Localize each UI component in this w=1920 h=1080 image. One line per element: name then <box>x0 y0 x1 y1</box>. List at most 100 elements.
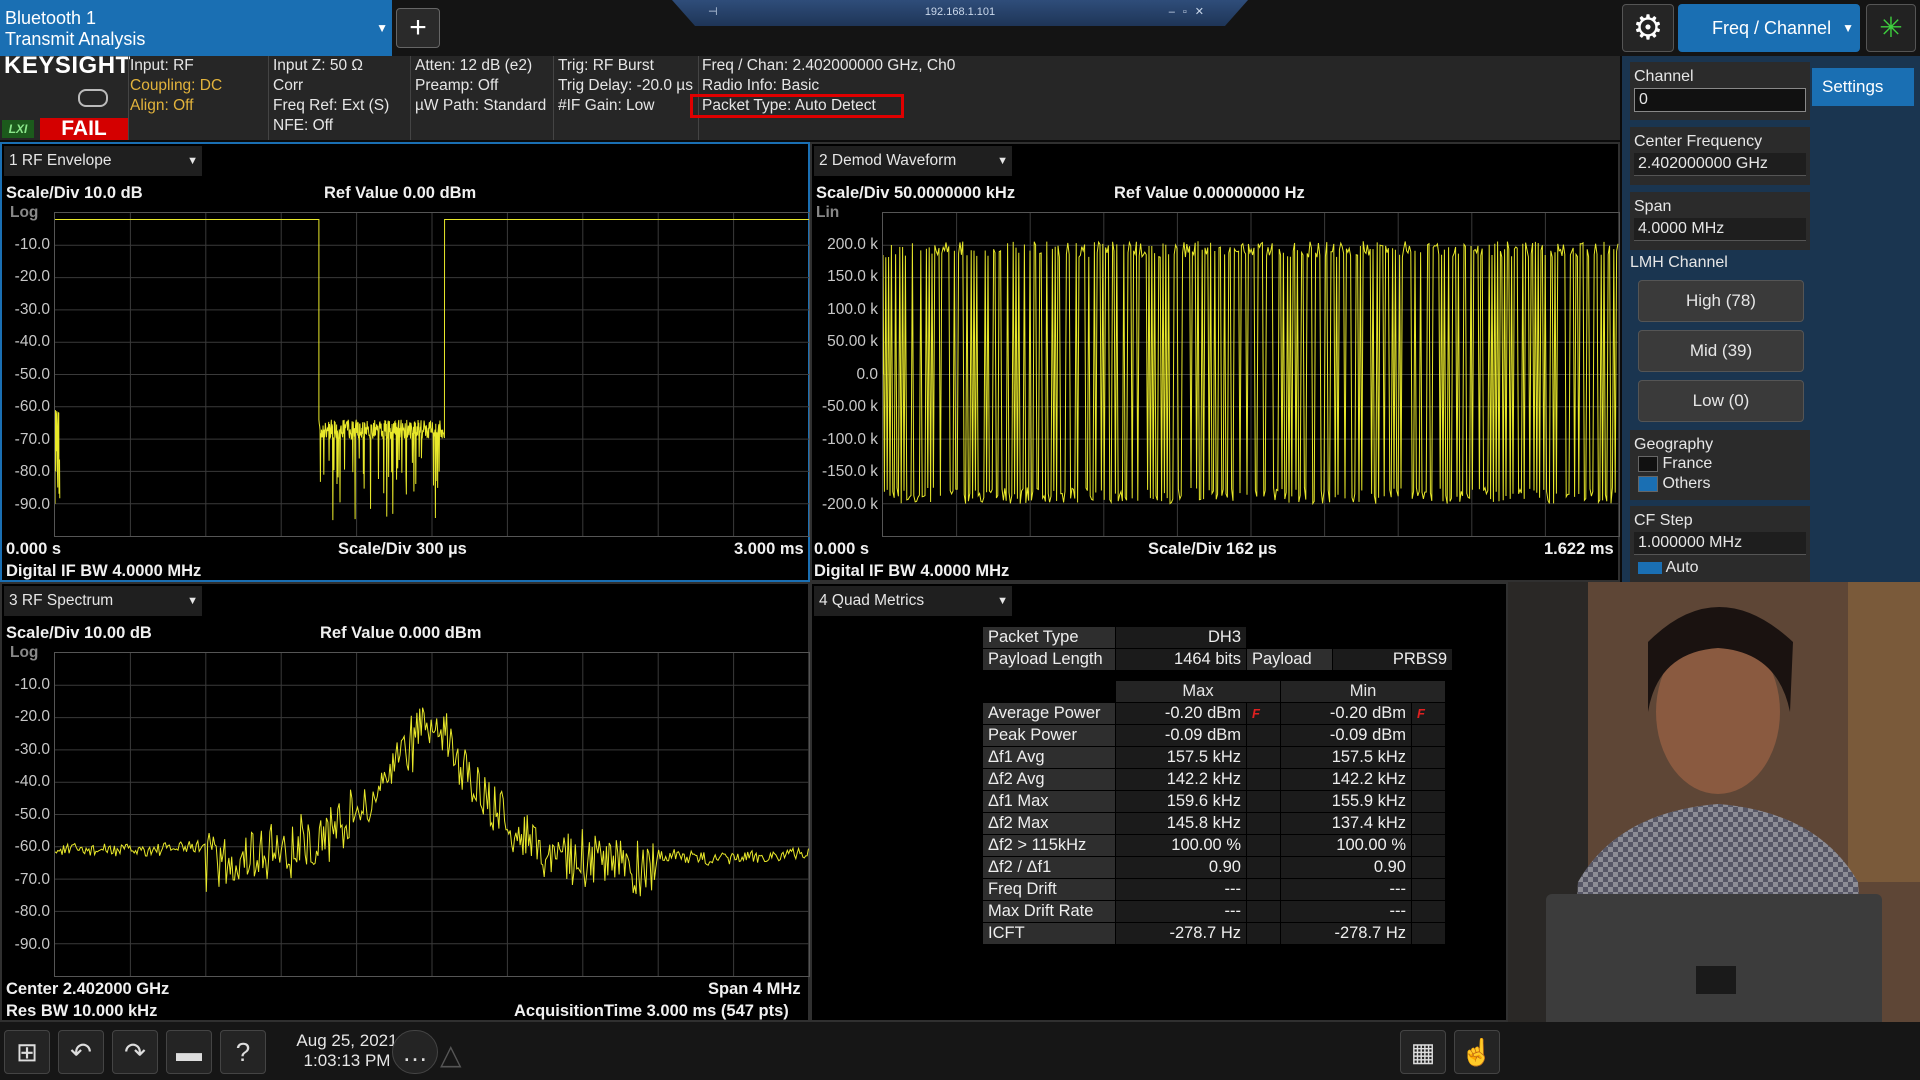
radio-others[interactable] <box>1638 475 1658 492</box>
y-tick-label: -90.0 <box>14 495 50 513</box>
window-demod-waveform[interactable]: 2 Demod Waveform ▼ Scale/Div 50.0000000 k… <box>810 142 1620 582</box>
trigger-status[interactable]: Trig: RF Burst Trig Delay: -20.0 µs #IF … <box>558 56 693 116</box>
chevron-down-icon: ▼ <box>997 595 1008 607</box>
acquisition-time: AcquisitionTime 3.000 ms (547 pts) <box>514 1002 789 1020</box>
busy-indicator-icon: ✳ <box>1866 4 1916 52</box>
y-tick-label: -50.00 k <box>821 398 878 415</box>
table-row: Δf2 > 115kHz 100.00 % 100.00 % <box>982 834 1446 857</box>
center-frequency-field[interactable]: Center Frequency 2.402000000 GHz <box>1630 127 1810 185</box>
atten-status[interactable]: Atten: 12 dB (e2) Preamp: Off µW Path: S… <box>415 56 546 116</box>
cf-step-field[interactable]: CF Step 1.000000 MHz Auto <box>1630 506 1810 582</box>
scale-div: Scale/Div 10.0 dB <box>6 184 143 202</box>
span-field[interactable]: Span 4.0000 MHz <box>1630 192 1810 250</box>
scale-mode: Lin <box>816 204 840 221</box>
x-start: 0.000 s <box>6 540 62 558</box>
window-rf-spectrum[interactable]: 3 RF Spectrum ▼ Scale/Div 10.00 dB Ref Va… <box>0 582 810 1022</box>
res-bw: Res BW 10.000 kHz <box>6 1002 158 1020</box>
center-freq: Center 2.402000 GHz <box>6 980 170 998</box>
pin-icon[interactable]: ⊣ <box>708 0 718 24</box>
status-bar: KEYSIGHT LXI FAIL Input: RF Coupling: DC… <box>0 52 1620 140</box>
scale-div: Scale/Div 10.00 dB <box>6 624 152 642</box>
x-stop: 1.622 ms <box>1544 540 1614 558</box>
window-rf-envelope[interactable]: 1 RF Envelope ▼ Scale/Div 10.0 dB Ref Val… <box>0 142 810 582</box>
table-row: Peak Power -0.09 dBm -0.09 dBm <box>982 724 1446 747</box>
measurement-name: Transmit Analysis <box>5 29 146 49</box>
y-tick-label: 150.0 k <box>827 268 878 285</box>
scale-mode: Log <box>10 204 39 221</box>
freq-channel-menu[interactable]: Freq / Channel ▼ <box>1678 4 1860 52</box>
y-tick-label: -90.0 <box>14 935 50 953</box>
demod-waveform-plot[interactable] <box>882 212 1620 537</box>
y-tick-label: -10.0 <box>14 675 50 693</box>
y-tick-label: -40.0 <box>14 333 50 350</box>
help-icon[interactable]: ? <box>220 1030 266 1074</box>
plot-svg <box>55 213 809 536</box>
chevron-down-icon: ▼ <box>376 21 388 35</box>
tab-settings[interactable]: Settings <box>1812 68 1914 106</box>
x-scale-div: Scale/Div 162 µs <box>1148 540 1277 558</box>
y-tick-label: -80.0 <box>14 463 50 480</box>
y-tick-label: -10.0 <box>14 235 50 253</box>
rf-envelope-plot[interactable] <box>54 212 810 537</box>
window-controls-icon[interactable]: –▫✕ <box>1169 0 1212 24</box>
table-row: Δf2 / Δf1 0.90 0.90 <box>982 856 1446 879</box>
high-channel-button[interactable]: High (78) <box>1638 280 1804 322</box>
window-title[interactable]: 3 RF Spectrum ▼ <box>4 586 202 616</box>
window-title[interactable]: 1 RF Envelope ▼ <box>4 146 202 176</box>
window-title[interactable]: 2 Demod Waveform ▼ <box>814 146 1012 176</box>
input-status[interactable]: Input: RF Coupling: DC Align: Off <box>130 56 222 116</box>
y-tick-label: -200.0 k <box>821 495 878 513</box>
low-channel-button[interactable]: Low (0) <box>1638 380 1804 422</box>
lxi-badge: LXI <box>2 120 34 138</box>
presenter-image <box>1508 582 1920 1074</box>
messages-icon[interactable]: … <box>392 1030 438 1074</box>
gear-icon[interactable]: ⚙ <box>1622 4 1674 52</box>
y-tick-label: -70.0 <box>14 430 50 448</box>
radio-france[interactable] <box>1638 455 1658 472</box>
ref-value: Ref Value 0.000 dBm <box>320 624 482 642</box>
scale-mode: Log <box>10 644 39 661</box>
highlight-box <box>690 94 904 118</box>
ref-value: Ref Value 0.00000000 Hz <box>1114 184 1305 202</box>
scale-div: Scale/Div 50.0000000 kHz <box>816 184 1016 202</box>
redo-icon[interactable]: ↷ <box>112 1030 158 1074</box>
y-tick-label: -30.0 <box>14 300 50 318</box>
table-row: Average Power -0.20 dBm F -0.20 dBm F <box>982 702 1446 725</box>
y-tick-label: 100.0 k <box>827 300 878 318</box>
table-row: Δf2 Avg 142.2 kHz 142.2 kHz <box>982 768 1446 791</box>
geography-toggle[interactable]: Geography France Others <box>1630 430 1810 500</box>
table-row: Max Drift Rate --- --- <box>982 900 1446 923</box>
mid-channel-button[interactable]: Mid (39) <box>1638 330 1804 372</box>
channel-field[interactable]: Channel 0 <box>1630 62 1810 120</box>
y-tick-label: -70.0 <box>14 870 50 888</box>
taskbar: ⊞ ↶ ↷ ▬ ? Aug 25, 2021 1:03:13 PM … △ ▦ … <box>0 1022 1920 1080</box>
table-row: Δf2 Max 145.8 kHz 137.4 kHz <box>982 812 1446 835</box>
chevron-down-icon: ▼ <box>187 595 198 607</box>
x-start: 0.000 s <box>814 540 870 558</box>
warning-icon: △ <box>440 1039 462 1070</box>
windows-start-icon[interactable]: ⊞ <box>4 1030 50 1074</box>
if-bw: Digital IF BW 4.0000 MHz <box>814 562 1010 580</box>
y-tick-label: 50.00 k <box>827 333 878 350</box>
y-tick-label: 200.0 k <box>827 235 878 253</box>
keysight-logo: KEYSIGHT <box>4 52 131 79</box>
y-tick-label: -60.0 <box>14 398 50 415</box>
add-screen-button[interactable]: + <box>396 8 440 48</box>
app-name: Bluetooth 1 <box>5 8 97 28</box>
rf-spectrum-plot[interactable] <box>54 652 810 977</box>
y-tick-label: -80.0 <box>14 903 50 920</box>
window-title[interactable]: 4 Quad Metrics ▼ <box>814 586 1012 616</box>
undo-icon[interactable]: ↶ <box>58 1030 104 1074</box>
window-quad-metrics[interactable]: 4 Quad Metrics ▼ Packet Type DH3 Payload L… <box>810 582 1508 1022</box>
input-z-status[interactable]: Input Z: 50 Ω Corr Freq Ref: Ext (S) NFE… <box>273 56 389 136</box>
touch-icon[interactable]: ☝ <box>1454 1030 1500 1074</box>
auto-toggle[interactable] <box>1638 561 1662 574</box>
y-tick-label: -30.0 <box>14 740 50 758</box>
ref-value: Ref Value 0.00 dBm <box>324 184 477 202</box>
plot-svg <box>883 213 1619 536</box>
measurement-selector[interactable]: Bluetooth 1 Transmit Analysis ▼ <box>0 0 392 56</box>
layout-icon[interactable]: ▦ <box>1400 1030 1446 1074</box>
channel-input[interactable]: 0 <box>1634 88 1806 112</box>
chevron-down-icon: ▼ <box>1842 21 1854 35</box>
folder-icon[interactable]: ▬ <box>166 1030 212 1074</box>
